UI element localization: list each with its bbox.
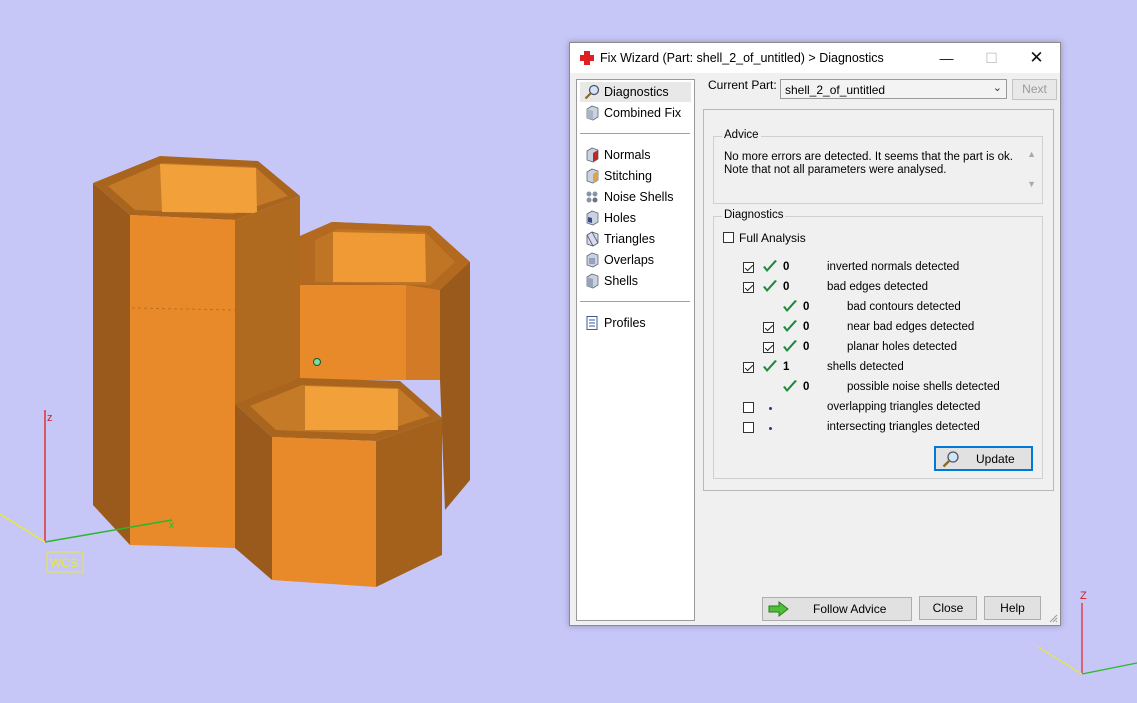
- row-checkbox-overlapping-triangles[interactable]: [743, 402, 754, 413]
- arrow-right-icon: [768, 601, 789, 617]
- nav-item-overlaps[interactable]: Overlaps: [580, 250, 691, 270]
- row-label: inverted normals detected: [827, 261, 960, 273]
- nav-item-normals[interactable]: Normals: [580, 145, 691, 165]
- advice-line-2: Note that not all parameters were analys…: [724, 164, 947, 176]
- diagnostics-group: Diagnostics Full Analysis 0 inverted nor…: [713, 209, 1043, 479]
- red-cross-icon: [580, 51, 594, 65]
- advice-text: No more errors are detected. It seems th…: [724, 151, 1016, 177]
- cube-icon: [586, 105, 599, 121]
- current-part-label: Current Part:: [708, 78, 777, 92]
- corner-z-label: Z: [1080, 590, 1087, 602]
- full-analysis-checkbox[interactable]: [723, 232, 734, 243]
- pivot-marker[interactable]: [313, 358, 321, 366]
- triangles-cube-icon: [586, 231, 599, 247]
- row-checkbox-shells[interactable]: [743, 362, 754, 373]
- scroll-down-icon[interactable]: ▼: [1027, 179, 1036, 189]
- nav-separator: [580, 301, 690, 302]
- shells-cube-icon: [586, 273, 599, 289]
- help-button[interactable]: Help: [984, 596, 1041, 620]
- y-axis-line: [0, 513, 46, 543]
- minimize-button[interactable]: —: [924, 43, 969, 73]
- row-count: 0: [783, 261, 790, 273]
- nav-item-noise-shells[interactable]: Noise Shells: [580, 187, 691, 207]
- check-icon: [783, 300, 797, 312]
- row-label: bad edges detected: [827, 281, 929, 293]
- holes-cube-icon: [586, 210, 599, 226]
- row-label: near bad edges detected: [847, 321, 975, 333]
- row-label: intersecting triangles detected: [827, 421, 980, 433]
- row-label: shells detected: [827, 361, 904, 373]
- update-button[interactable]: Update: [934, 446, 1033, 471]
- nav-item-diagnostics[interactable]: Diagnostics: [580, 82, 691, 102]
- magnifier-icon: [942, 451, 959, 468]
- pending-dot-icon: [769, 427, 772, 430]
- close-button[interactable]: Close: [919, 596, 977, 620]
- dialog-title: Fix Wizard (Part: shell_2_of_untitled) >…: [600, 51, 884, 65]
- wizard-nav-list: Diagnostics Combined Fix Normals Stitchi…: [576, 79, 695, 621]
- row-count: 0: [803, 321, 810, 333]
- nav-item-stitching[interactable]: Stitching: [580, 166, 691, 186]
- row-count: 0: [783, 281, 790, 293]
- row-checkbox-near-bad-edges[interactable]: [763, 322, 774, 333]
- title-bar[interactable]: Fix Wizard (Part: shell_2_of_untitled) >…: [570, 43, 1060, 73]
- row-label: overlapping triangles detected: [827, 401, 981, 413]
- resize-grip-icon[interactable]: [1048, 613, 1058, 623]
- noise-shells-icon: [586, 191, 598, 203]
- fix-wizard-dialog: Fix Wizard (Part: shell_2_of_untitled) >…: [569, 42, 1061, 626]
- pending-dot-icon: [769, 407, 772, 410]
- row-label: planar holes detected: [847, 341, 957, 353]
- follow-advice-button[interactable]: Follow Advice: [762, 597, 912, 621]
- next-button[interactable]: Next: [1012, 79, 1057, 100]
- row-count: 1: [783, 361, 790, 373]
- check-icon: [763, 280, 777, 292]
- nav-item-shells[interactable]: Shells: [580, 271, 691, 291]
- row-checkbox-bad-edges[interactable]: [743, 282, 754, 293]
- maximize-button[interactable]: ☐: [969, 43, 1014, 73]
- check-icon: [763, 260, 777, 272]
- row-label: bad contours detected: [847, 301, 961, 313]
- row-count: 0: [803, 341, 810, 353]
- advice-title: Advice: [722, 129, 761, 141]
- overlaps-cube-icon: [586, 252, 599, 268]
- scroll-up-icon[interactable]: ▲: [1027, 149, 1036, 159]
- close-window-button[interactable]: ✕: [1014, 43, 1059, 73]
- nav-item-profiles[interactable]: Profiles: [580, 313, 691, 333]
- z-axis-label: z: [47, 412, 53, 424]
- row-checkbox-intersecting-triangles[interactable]: [743, 422, 754, 433]
- wcs-label: WCS: [50, 556, 78, 570]
- current-part-value: shell_2_of_untitled: [785, 83, 886, 97]
- nav-separator: [580, 133, 690, 134]
- magnifier-icon: [584, 84, 600, 100]
- row-checkbox-inverted-normals[interactable]: [743, 262, 754, 273]
- nav-item-combined-fix[interactable]: Combined Fix: [580, 103, 691, 123]
- advice-line-1: No more errors are detected. It seems th…: [724, 151, 1013, 163]
- row-count: 0: [803, 381, 810, 393]
- current-part-select[interactable]: shell_2_of_untitled ⌄: [780, 79, 1007, 99]
- diagnostics-title: Diagnostics: [722, 209, 786, 221]
- check-icon: [783, 340, 797, 352]
- check-icon: [763, 360, 777, 372]
- x-axis-label: x: [169, 520, 174, 531]
- nav-item-holes[interactable]: Holes: [580, 208, 691, 228]
- normals-cube-icon: [586, 147, 599, 163]
- nav-item-triangles[interactable]: Triangles: [580, 229, 691, 249]
- document-icon: [586, 316, 598, 330]
- check-icon: [783, 380, 797, 392]
- row-label: possible noise shells detected: [847, 381, 1000, 393]
- row-checkbox-planar-holes[interactable]: [763, 342, 774, 353]
- check-icon: [783, 320, 797, 332]
- hex-cup-front[interactable]: [235, 378, 442, 587]
- stitching-cube-icon: [586, 168, 599, 184]
- row-count: 0: [803, 301, 810, 313]
- chevron-down-icon: ⌄: [992, 82, 1002, 94]
- advice-group: Advice No more errors are detected. It s…: [713, 129, 1043, 204]
- full-analysis-label: Full Analysis: [739, 231, 806, 245]
